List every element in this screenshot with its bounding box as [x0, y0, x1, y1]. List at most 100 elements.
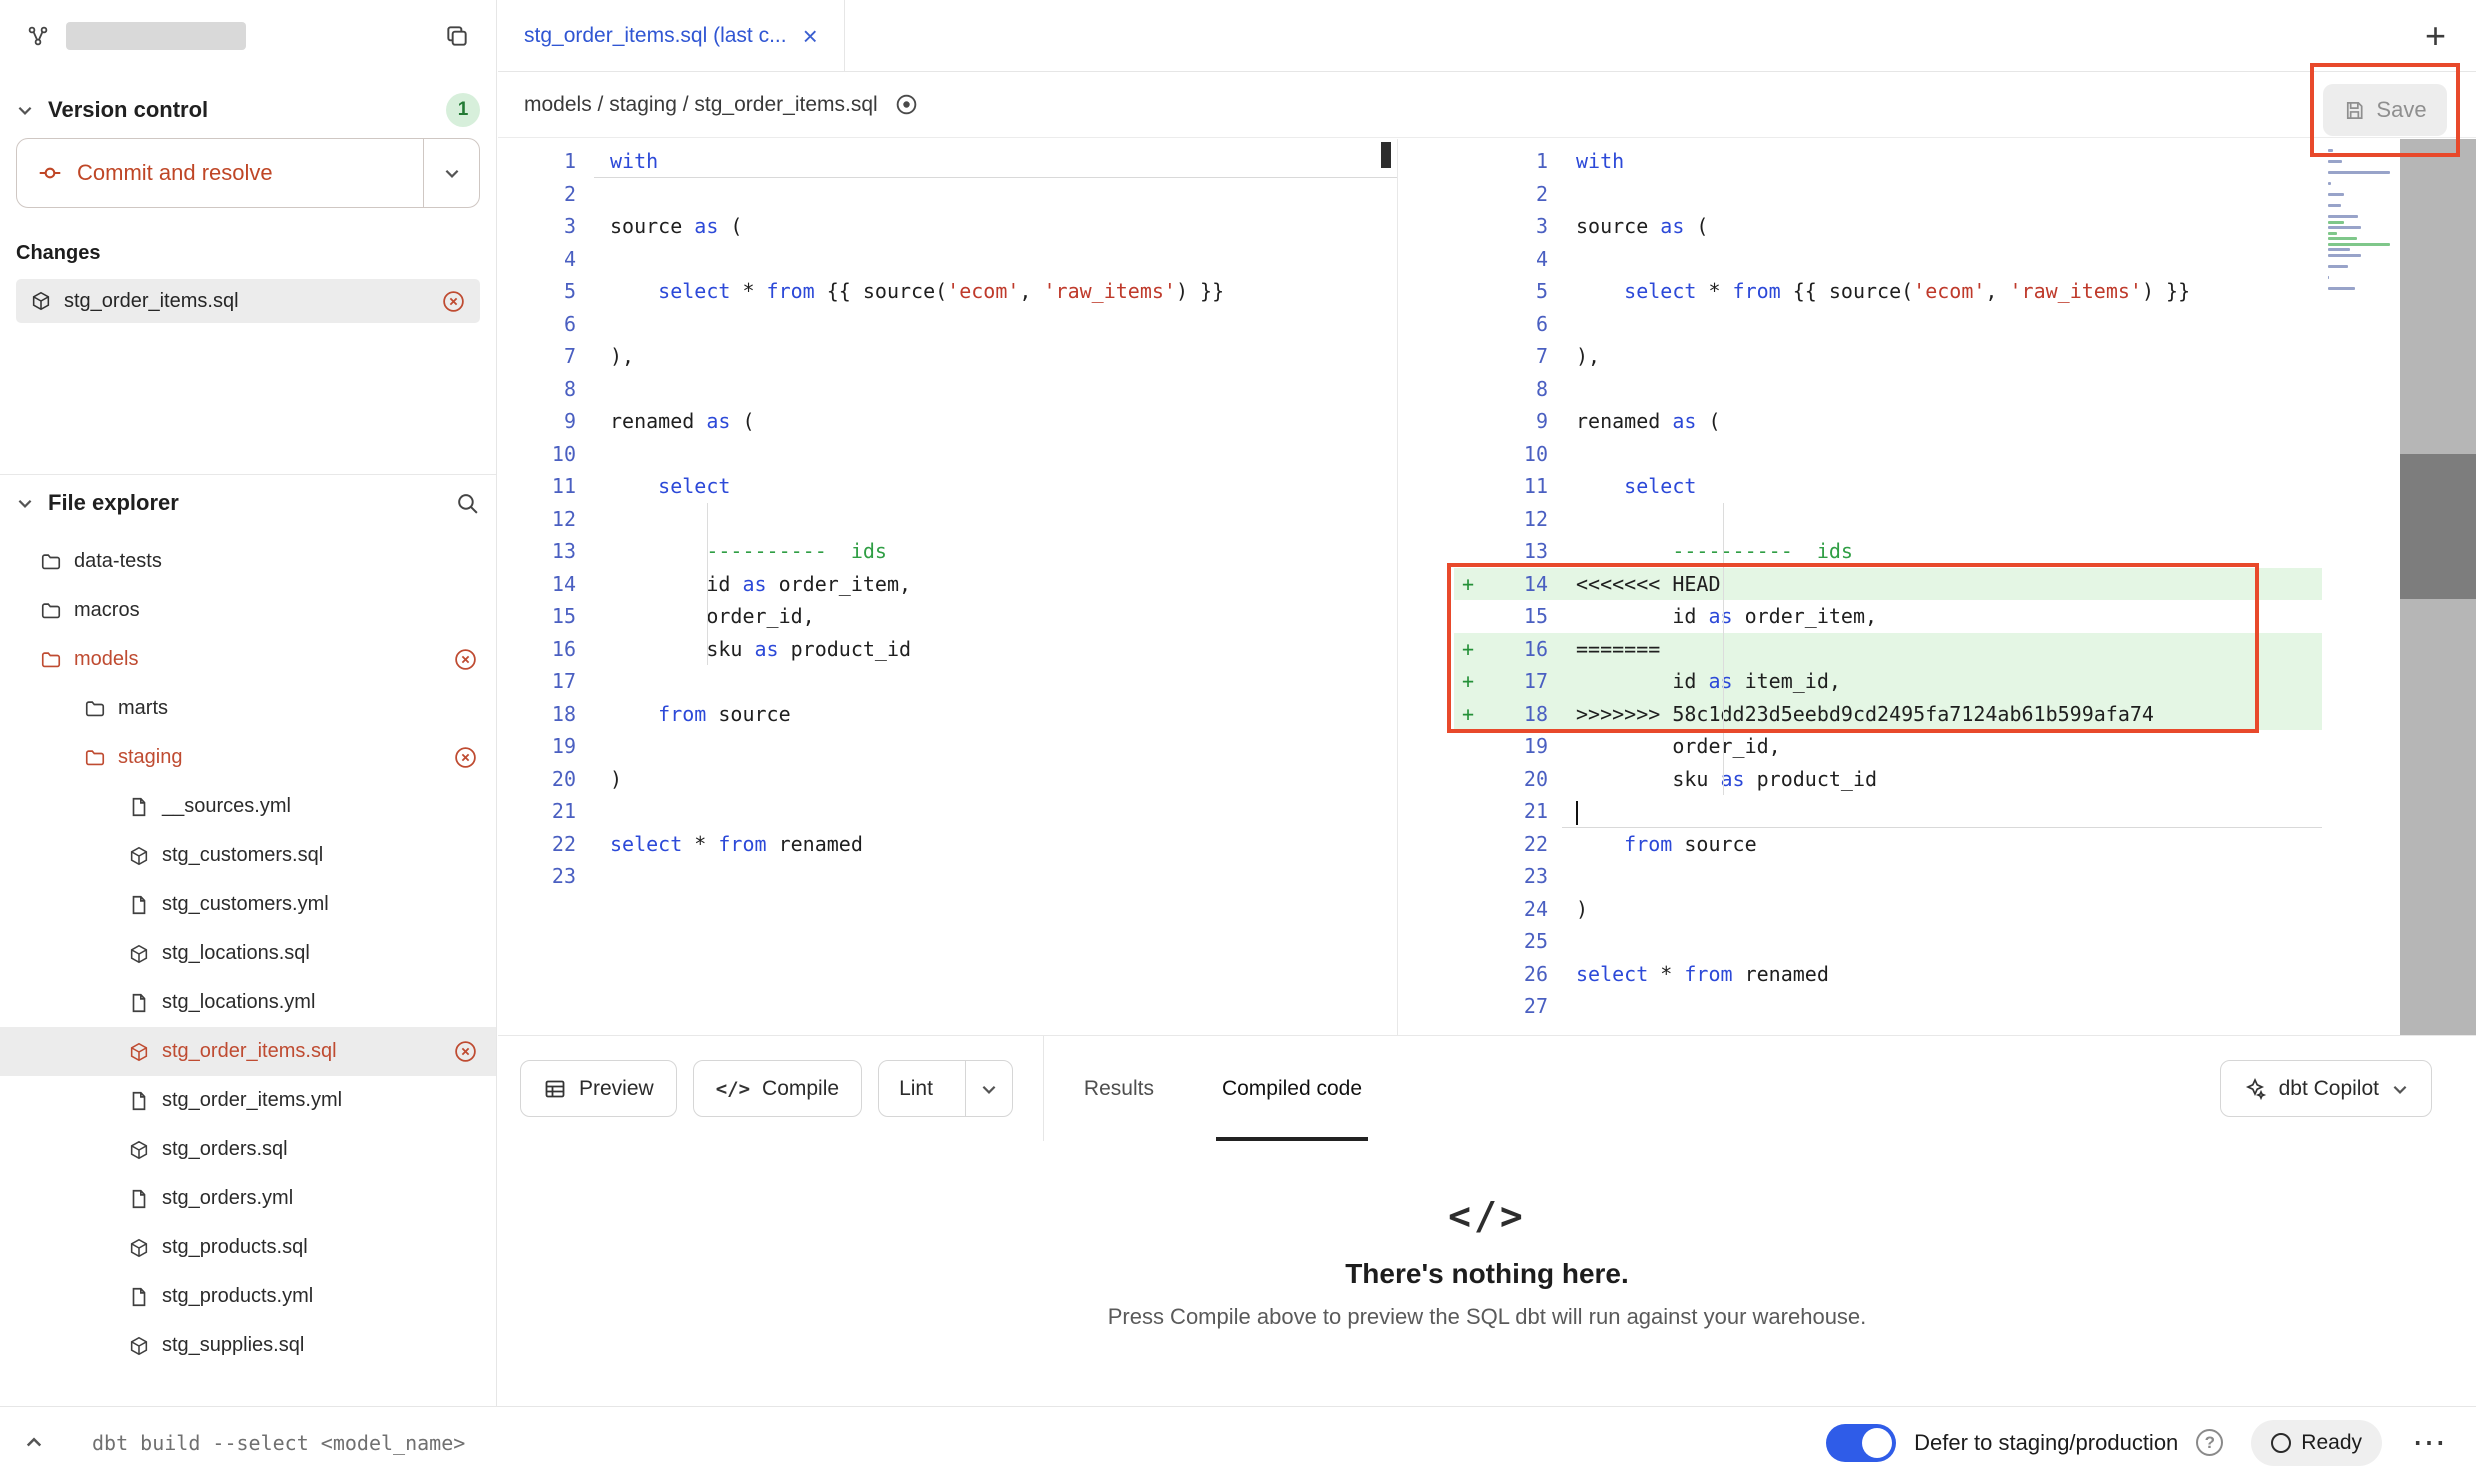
file-explorer-item-stg-products-yml[interactable]: stg_products.yml [0, 1272, 496, 1321]
copy-icon[interactable] [444, 23, 470, 49]
code-line-6[interactable]: 6 [498, 308, 1397, 341]
chevron-up-icon[interactable] [24, 1433, 44, 1453]
code-line-16[interactable]: +16======= [1454, 633, 2322, 666]
file-explorer-item-stg-customers-sql[interactable]: stg_customers.sql [0, 831, 496, 880]
code-line-22[interactable]: 22select * from renamed [498, 828, 1397, 861]
file-explorer-item-stg-order-items-yml[interactable]: stg_order_items.yml [0, 1076, 496, 1125]
circle-x-icon[interactable] [441, 289, 466, 314]
code-line-8[interactable]: 8 [1454, 373, 2322, 406]
tab-results[interactable]: Results [1078, 1036, 1160, 1141]
file-explorer-item-stg-customers-yml[interactable]: stg_customers.yml [0, 880, 496, 929]
code-line-22[interactable]: 22 from source [1454, 828, 2322, 861]
code-line-15[interactable]: 15 order_id, [498, 600, 1397, 633]
code-line-12[interactable]: 12 [1454, 503, 2322, 536]
code-line-11[interactable]: 11 select [1454, 470, 2322, 503]
lineage-icon[interactable] [894, 92, 919, 117]
help-icon[interactable]: ? [2196, 1429, 2223, 1456]
code-line-20[interactable]: 20) [498, 763, 1397, 796]
lint-options-button[interactable] [965, 1061, 1012, 1116]
file-explorer-item-stg-locations-yml[interactable]: stg_locations.yml [0, 978, 496, 1027]
lint-button[interactable]: Lint [879, 1061, 953, 1116]
code-line-17[interactable]: +17 id as item_id, [1454, 665, 2322, 698]
editor-scrollbar[interactable] [2400, 139, 2476, 1035]
code-line-24[interactable]: 24) [1454, 893, 2322, 926]
code-line-26[interactable]: 26select * from renamed [1454, 958, 2322, 991]
code-line-5[interactable]: 5 select * from {{ source('ecom', 'raw_i… [1454, 275, 2322, 308]
code-line-19[interactable]: 19 [498, 730, 1397, 763]
code-line-23[interactable]: 23 [498, 860, 1397, 893]
circle-x-icon[interactable] [453, 745, 478, 770]
code-line-27[interactable]: 27 [1454, 990, 2322, 1023]
code-line-13[interactable]: 13 ---------- ids [498, 535, 1397, 568]
code-line-6[interactable]: 6 [1454, 308, 2322, 341]
code-line-5[interactable]: 5 select * from {{ source('ecom', 'raw_i… [498, 275, 1397, 308]
code-line-3[interactable]: 3source as ( [498, 210, 1397, 243]
save-button[interactable]: Save [2323, 84, 2446, 136]
changed-file-row[interactable]: stg_order_items.sql [16, 279, 480, 323]
file-explorer-item-stg-supplies-sql[interactable]: stg_supplies.sql [0, 1321, 496, 1370]
file-explorer-header[interactable]: File explorer [0, 475, 496, 531]
code-line-9[interactable]: 9renamed as ( [498, 405, 1397, 438]
code-line-4[interactable]: 4 [498, 243, 1397, 276]
circle-x-icon[interactable] [453, 647, 478, 672]
code-line-9[interactable]: 9renamed as ( [1454, 405, 2322, 438]
status-badge[interactable]: Ready [2251, 1420, 2382, 1466]
circle-x-icon[interactable] [453, 1039, 478, 1064]
tab-compiled-code[interactable]: Compiled code [1216, 1036, 1368, 1141]
code-line-21[interactable]: 21 [1454, 795, 2322, 828]
code-line-1[interactable]: 1with [1454, 145, 2322, 178]
search-icon[interactable] [455, 491, 480, 516]
code-line-10[interactable]: 10 [498, 438, 1397, 471]
code-line-2[interactable]: 2 [498, 178, 1397, 211]
code-line-13[interactable]: 13 ---------- ids [1454, 535, 2322, 568]
code-line-15[interactable]: 15 id as order_item, [1454, 600, 2322, 633]
code-line-16[interactable]: 16 sku as product_id [498, 633, 1397, 666]
file-explorer-item-staging[interactable]: staging [0, 733, 496, 782]
code-line-4[interactable]: 4 [1454, 243, 2322, 276]
workspace-graph-icon[interactable] [26, 24, 50, 48]
code-line-12[interactable]: 12 [498, 503, 1397, 536]
code-line-7[interactable]: 7), [1454, 340, 2322, 373]
defer-toggle[interactable] [1826, 1424, 1896, 1462]
code-line-14[interactable]: +14<<<<<<< HEAD [1454, 568, 2322, 601]
preview-button[interactable]: Preview [520, 1060, 677, 1117]
code-line-8[interactable]: 8 [498, 373, 1397, 406]
code-line-2[interactable]: 2 [1454, 178, 2322, 211]
editor-scrollbar-thumb[interactable] [2400, 454, 2476, 599]
file-explorer-item-stg-orders-sql[interactable]: stg_orders.sql [0, 1125, 496, 1174]
file-explorer-item-stg-locations-sql[interactable]: stg_locations.sql [0, 929, 496, 978]
file-explorer-item-data-tests[interactable]: data-tests [0, 537, 496, 586]
code-line-19[interactable]: 19 order_id, [1454, 730, 2322, 763]
code-line-10[interactable]: 10 [1454, 438, 2322, 471]
code-line-21[interactable]: 21 [498, 795, 1397, 828]
dbt-copilot-button[interactable]: dbt Copilot [2220, 1060, 2432, 1117]
code-line-23[interactable]: 23 [1454, 860, 2322, 893]
code-line-14[interactable]: 14 id as order_item, [498, 568, 1397, 601]
file-explorer-item-marts[interactable]: marts [0, 684, 496, 733]
pane-scrollbar-thumb[interactable] [1381, 142, 1391, 168]
new-tab-icon[interactable]: + [2425, 15, 2446, 57]
file-explorer-item-macros[interactable]: macros [0, 586, 496, 635]
tab-stg-order-items-sql[interactable]: stg_order_items.sql (last c... × [498, 0, 845, 71]
editor-pane-left[interactable]: 1with23source as (45 select * from {{ so… [498, 139, 1398, 1035]
compile-button[interactable]: </> Compile [693, 1060, 862, 1117]
minimap[interactable] [2328, 149, 2392, 298]
code-line-20[interactable]: 20 sku as product_id [1454, 763, 2322, 796]
code-line-17[interactable]: 17 [498, 665, 1397, 698]
file-explorer-item-stg-products-sql[interactable]: stg_products.sql [0, 1223, 496, 1272]
code-line-1[interactable]: 1with [498, 145, 1397, 178]
code-line-7[interactable]: 7), [498, 340, 1397, 373]
code-line-18[interactable]: 18 from source [498, 698, 1397, 731]
commit-options-button[interactable] [423, 139, 479, 207]
code-line-25[interactable]: 25 [1454, 925, 2322, 958]
file-explorer-item-models[interactable]: models [0, 635, 496, 684]
command-hint[interactable]: dbt build --select <model_name> [92, 1431, 465, 1455]
file-explorer-item--sources-yml[interactable]: __sources.yml [0, 782, 496, 831]
code-line-3[interactable]: 3source as ( [1454, 210, 2322, 243]
file-explorer-item-stg-order-items-sql[interactable]: stg_order_items.sql [0, 1027, 496, 1076]
commit-and-resolve-button[interactable]: Commit and resolve [17, 139, 423, 207]
editor-pane-right[interactable]: 1with23source as (45 select * from {{ so… [1399, 139, 2322, 1035]
close-icon[interactable]: × [803, 23, 818, 49]
version-control-header[interactable]: Version control 1 [16, 82, 480, 138]
code-line-18[interactable]: +18>>>>>>> 58c1dd23d5eebd9cd2495fa7124ab… [1454, 698, 2322, 731]
